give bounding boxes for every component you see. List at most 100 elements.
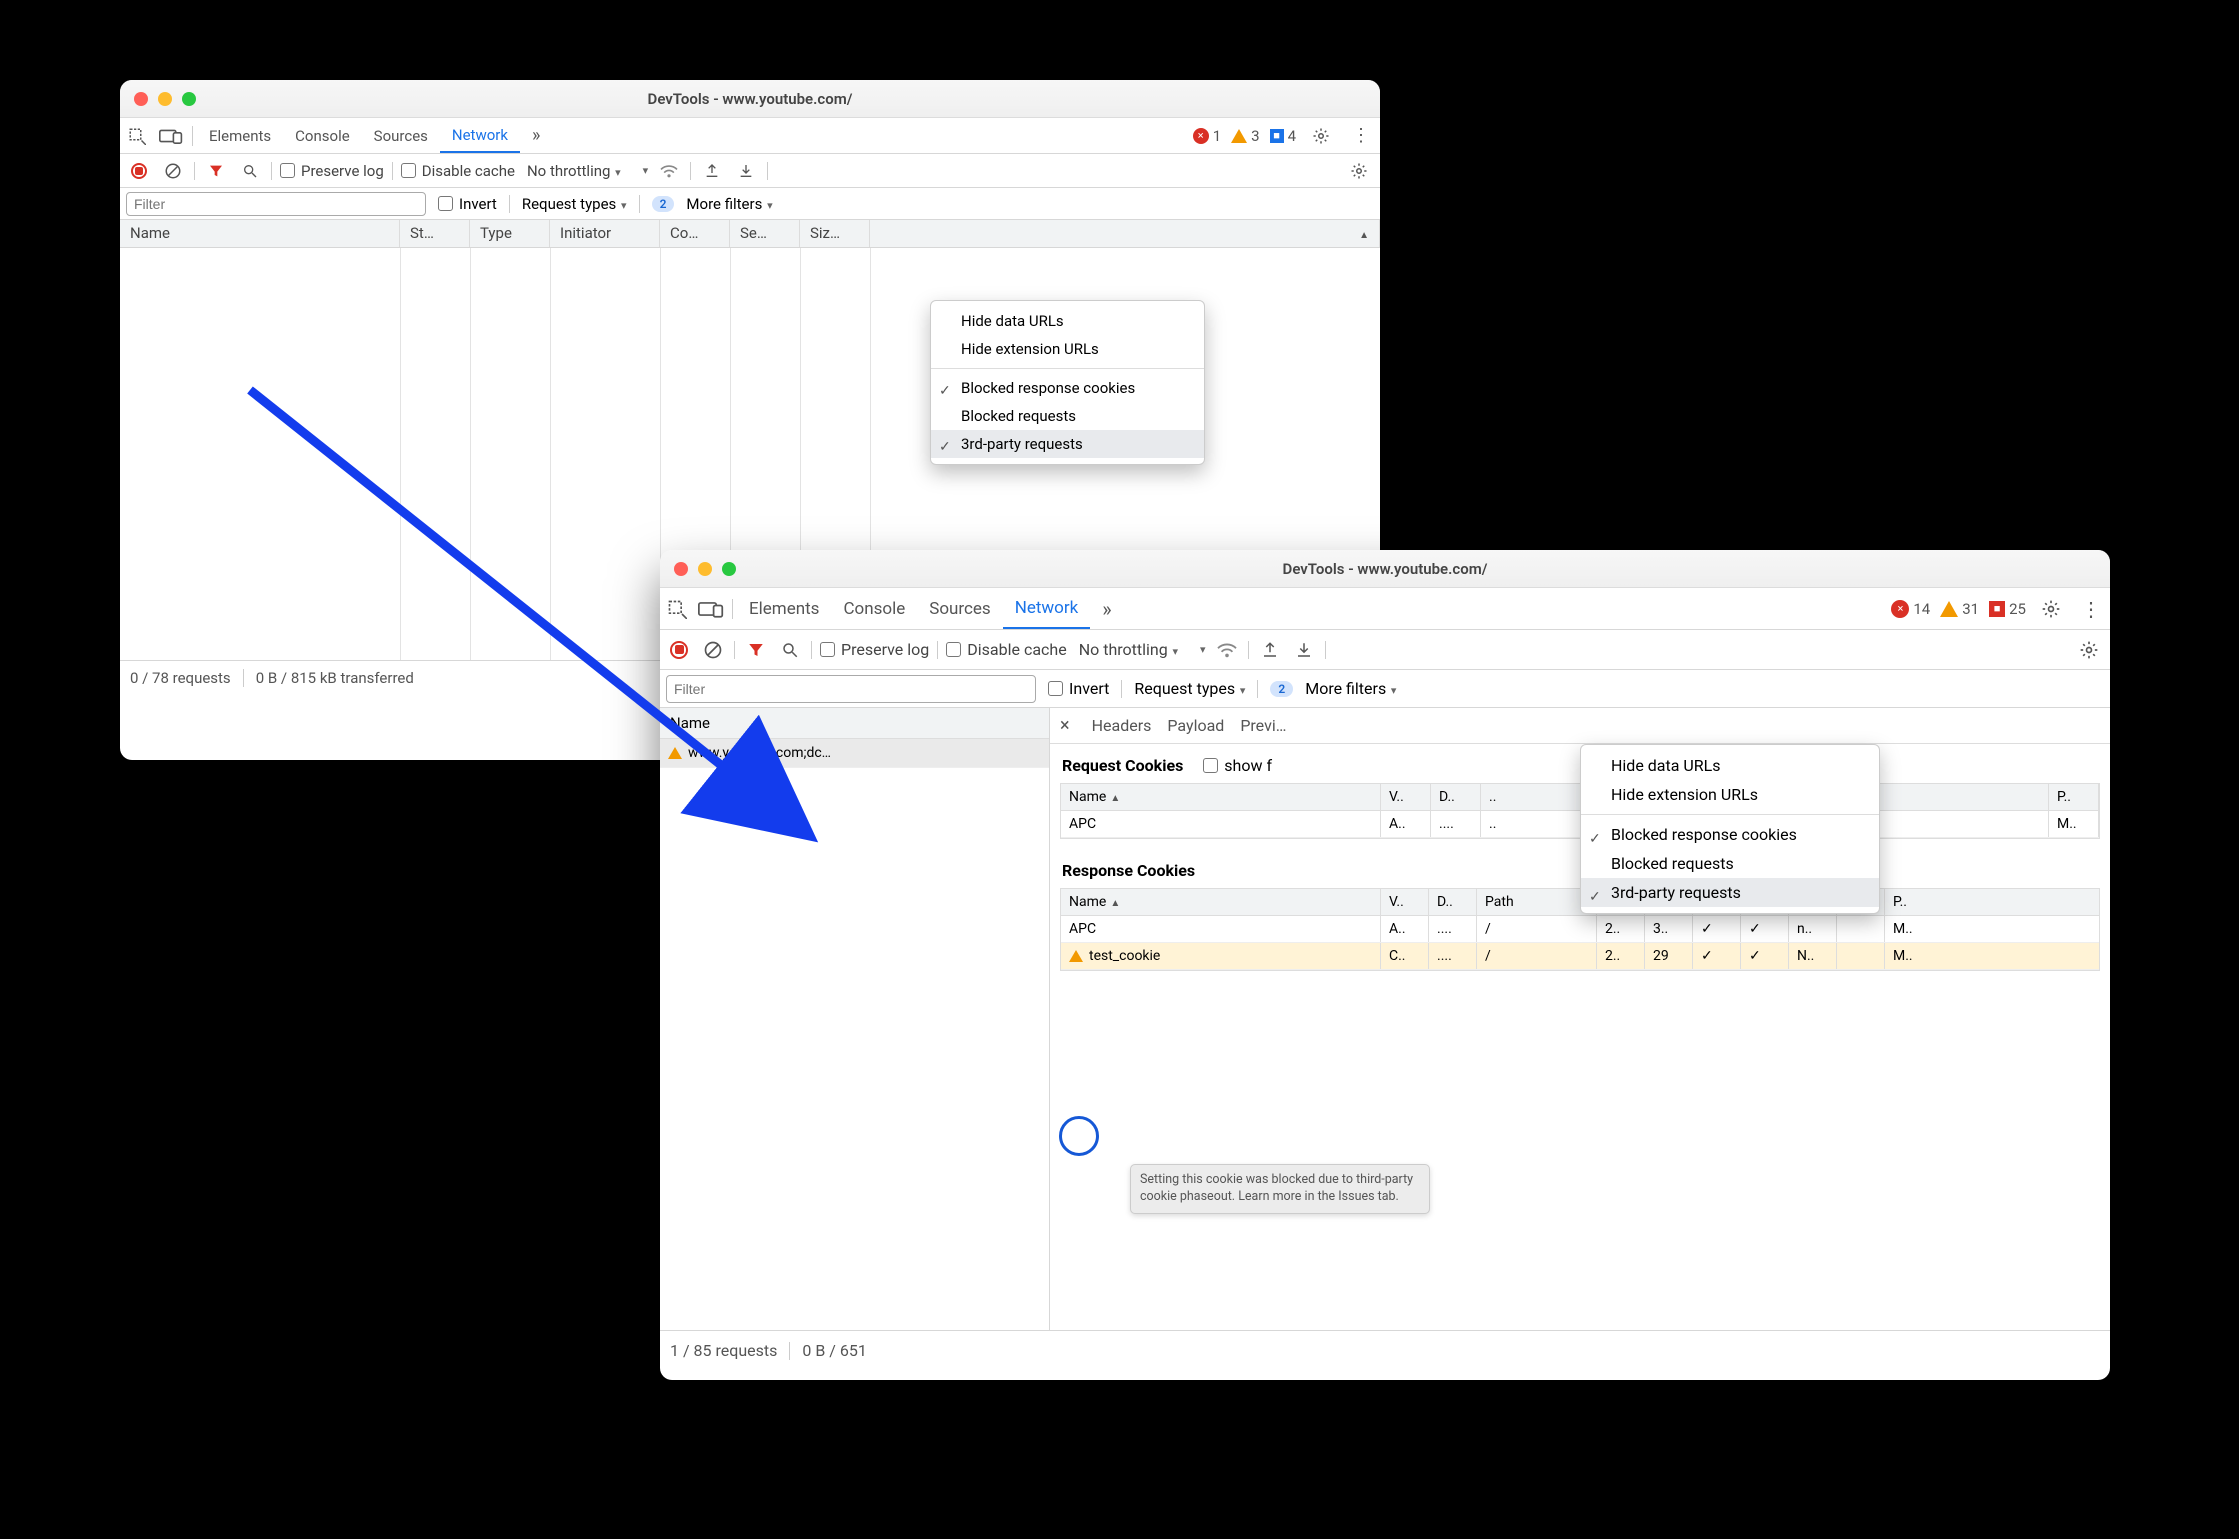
col-name[interactable]: Name▲	[1061, 784, 1381, 810]
record-button[interactable]	[126, 158, 152, 184]
settings-icon[interactable]	[1306, 121, 1336, 151]
inspect-icon[interactable]	[120, 119, 154, 153]
preserve-log-checkbox[interactable]: Preserve log	[820, 640, 929, 659]
request-types-dropdown[interactable]: Request types ▾	[522, 195, 627, 213]
request-row[interactable]: www.youtube.com;dc…	[660, 739, 1049, 768]
detail-tab-preview[interactable]: Previ…	[1240, 716, 1286, 735]
download-icon[interactable]	[733, 158, 759, 184]
tab-sources[interactable]: Sources	[362, 118, 440, 153]
warning-icon	[1231, 129, 1247, 143]
filter-item-blocked-requests[interactable]: Blocked requests	[931, 402, 1204, 430]
filter-input[interactable]	[126, 192, 426, 216]
device-icon[interactable]	[694, 592, 728, 626]
throttling-select[interactable]: No throttling ▾	[1079, 640, 1178, 659]
filter-item-blocked-response-cookies[interactable]: Blocked response cookies	[931, 374, 1204, 402]
disable-cache-checkbox[interactable]: Disable cache	[946, 640, 1066, 659]
col-waterfall[interactable]: ▲	[870, 220, 1380, 247]
col-d[interactable]: D..	[1429, 889, 1477, 915]
requests-list-header[interactable]: Name	[660, 708, 1049, 739]
detail-tab-headers[interactable]: Headers	[1092, 716, 1152, 735]
show-filtered-checkbox[interactable]: show f	[1203, 756, 1272, 775]
col-type[interactable]: Type	[470, 220, 550, 247]
col-p[interactable]: P..	[2049, 784, 2099, 810]
col-path[interactable]: Path	[1477, 889, 1597, 915]
upload-icon[interactable]	[699, 158, 725, 184]
filter-item-3rd-party-requests[interactable]: 3rd-party requests	[1581, 878, 1879, 907]
tab-sources[interactable]: Sources	[917, 588, 1002, 629]
filter-input[interactable]	[666, 675, 1036, 703]
upload-icon[interactable]	[1257, 637, 1283, 663]
invert-checkbox[interactable]: Invert	[438, 195, 497, 213]
more-filters-dropdown[interactable]: More filters ▾	[1305, 679, 1396, 698]
network-settings-icon[interactable]	[1344, 156, 1374, 186]
col-p2[interactable]: P..	[1885, 889, 1933, 915]
tab-elements[interactable]: Elements	[197, 118, 283, 153]
tab-console[interactable]: Console	[283, 118, 362, 153]
filter-icon[interactable]	[203, 158, 229, 184]
cookie-row[interactable]: APC A.. .... / 2.. 3.. ✓ ✓ n.. M..	[1061, 916, 2099, 943]
inspect-icon[interactable]	[660, 592, 694, 626]
more-filters-dropdown[interactable]: More filters ▾	[686, 195, 772, 213]
col-name[interactable]: Name	[120, 220, 400, 247]
cookie-row-blocked[interactable]: test_cookie C.. .... / 2.. 29 ✓ ✓ N.. M.…	[1061, 943, 2099, 970]
close-detail-icon[interactable]: ×	[1060, 715, 1070, 736]
tab-console[interactable]: Console	[831, 588, 917, 629]
filter-item-blocked-requests[interactable]: Blocked requests	[1581, 849, 1879, 878]
filter-item-hide-data-urls[interactable]: Hide data URLs	[931, 307, 1204, 335]
col-v[interactable]: V..	[1381, 784, 1431, 810]
disable-cache-checkbox[interactable]: Disable cache	[401, 162, 515, 180]
filter-item-blocked-response-cookies[interactable]: Blocked response cookies	[1581, 820, 1879, 849]
tab-network[interactable]: Network	[1003, 588, 1091, 629]
settings-icon[interactable]	[2036, 594, 2066, 624]
close-icon[interactable]	[134, 92, 148, 106]
device-icon[interactable]	[154, 119, 188, 153]
col-siz[interactable]: Siz…	[800, 220, 870, 247]
filter-item-hide-extension-urls[interactable]: Hide extension URLs	[1581, 780, 1879, 809]
kebab-menu-icon[interactable]: ⋮	[2076, 594, 2106, 624]
network-settings-icon[interactable]	[2074, 635, 2104, 665]
col-name[interactable]: Name▲	[1061, 889, 1381, 915]
tabs-more-icon[interactable]: »	[520, 118, 552, 153]
issues-count[interactable]: ■ 4	[1270, 127, 1296, 145]
col-v[interactable]: V..	[1381, 889, 1429, 915]
col-status[interactable]: St…	[400, 220, 470, 247]
col-initiator[interactable]: Initiator	[550, 220, 660, 247]
warning-count[interactable]: 3	[1231, 127, 1259, 145]
clear-button[interactable]	[700, 637, 726, 663]
col-co[interactable]: Co…	[660, 220, 730, 247]
request-types-dropdown[interactable]: Request types ▾	[1134, 679, 1245, 698]
minimize-icon[interactable]	[698, 562, 712, 576]
maximize-icon[interactable]	[722, 562, 736, 576]
maximize-icon[interactable]	[182, 92, 196, 106]
download-icon[interactable]	[1291, 637, 1317, 663]
filter-item-3rd-party-requests[interactable]: 3rd-party requests	[931, 430, 1204, 458]
tab-network[interactable]: Network	[440, 118, 520, 153]
wifi-icon[interactable]	[656, 158, 682, 184]
kebab-menu-icon[interactable]: ⋮	[1346, 121, 1376, 151]
col-se[interactable]: Se…	[730, 220, 800, 247]
search-icon[interactable]	[777, 637, 803, 663]
warning-count[interactable]: 31	[1940, 600, 1979, 618]
more-filters-label: More filters	[1305, 679, 1386, 698]
tab-elements[interactable]: Elements	[737, 588, 831, 629]
record-button[interactable]	[666, 637, 692, 663]
issues-count[interactable]: ■ 25	[1989, 600, 2026, 618]
detail-tab-payload[interactable]: Payload	[1167, 716, 1224, 735]
minimize-icon[interactable]	[158, 92, 172, 106]
throttling-caret-icon[interactable]: ▾	[1200, 643, 1206, 656]
wifi-icon[interactable]	[1214, 637, 1240, 663]
filter-item-hide-data-urls[interactable]: Hide data URLs	[1581, 751, 1879, 780]
col-d[interactable]: D..	[1431, 784, 1481, 810]
invert-checkbox[interactable]: Invert	[1048, 679, 1109, 698]
preserve-log-checkbox[interactable]: Preserve log	[280, 162, 384, 180]
search-icon[interactable]	[237, 158, 263, 184]
tabs-more-icon[interactable]: »	[1090, 588, 1123, 629]
error-count[interactable]: × 1	[1193, 127, 1221, 145]
error-count[interactable]: × 14	[1891, 600, 1930, 618]
filter-item-hide-extension-urls[interactable]: Hide extension URLs	[931, 335, 1204, 363]
filter-icon[interactable]	[743, 637, 769, 663]
clear-button[interactable]	[160, 158, 186, 184]
throttling-select[interactable]: No throttling ▾	[527, 162, 621, 180]
close-icon[interactable]	[674, 562, 688, 576]
throttling-caret-icon[interactable]: ▾	[643, 164, 649, 177]
